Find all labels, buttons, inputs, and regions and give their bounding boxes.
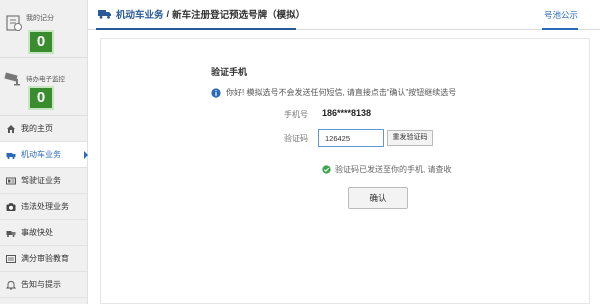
truck-icon <box>98 10 111 19</box>
sidebar-item-accident[interactable]: 事故快处 <box>0 220 87 246</box>
sidebar-item-label: 满分审验教育 <box>21 254 69 263</box>
success-message: 验证码已发送至你的手机, 请查收 <box>322 164 451 175</box>
breadcrumb-separator: / <box>166 8 170 20</box>
notice-underline <box>542 28 578 30</box>
breadcrumb-underline <box>96 28 296 30</box>
breadcrumb-section[interactable]: 机动车业务 <box>116 7 164 21</box>
score-label: 我的记分 <box>26 15 54 22</box>
info-icon <box>211 87 221 98</box>
monitor-label: 待办电子监控 <box>26 76 65 83</box>
verify-panel: 验证手机 你好! 模拟选号不会发送任何短信, 请直接点击“确认”按钮继续选号 手… <box>100 38 590 304</box>
verification-code-input[interactable] <box>318 129 384 147</box>
sidebar-item-label: 违法处理业务 <box>21 202 69 211</box>
score-value[interactable]: 0 <box>28 30 54 54</box>
code-label: 验证码 <box>284 134 308 143</box>
check-circle-icon <box>322 165 331 174</box>
sidebar-item-license[interactable]: 驾驶证业务 <box>0 168 87 194</box>
document-icon <box>6 254 16 264</box>
sidebar: 我的记分 0 待办电子监控 0 我的主页 机动车业务 驾驶证业务 违法处理业务 … <box>0 0 88 304</box>
sidebar-item-home[interactable]: 我的主页 <box>0 116 87 142</box>
monitor-value[interactable]: 0 <box>28 86 54 110</box>
score-panel[interactable]: 我的记分 0 <box>0 0 87 58</box>
license-icon <box>6 176 16 186</box>
car-icon <box>6 150 16 160</box>
sidebar-item-label: 告知与提示 <box>21 280 61 289</box>
page-title: 新车注册登记预选号牌（模拟） <box>172 10 306 21</box>
breadcrumb: 机动车业务 / 新车注册登记预选号牌（模拟） <box>98 7 305 21</box>
camera-icon <box>4 72 20 86</box>
notice-link[interactable]: 号池公示 <box>544 9 578 21</box>
active-arrow-icon <box>84 151 88 159</box>
sidebar-item-label: 事故快处 <box>21 228 53 237</box>
bell-icon <box>6 280 16 290</box>
monitor-panel[interactable]: 待办电子监控 0 <box>0 58 87 116</box>
resend-code-button[interactable]: 重发验证码 <box>387 130 433 146</box>
phone-label: 手机号 <box>284 110 308 119</box>
sidebar-item-violation[interactable]: 违法处理业务 <box>0 194 87 220</box>
sidebar-item-notice[interactable]: 告知与提示 <box>0 272 87 298</box>
sidebar-item-vehicle[interactable]: 机动车业务 <box>0 142 88 168</box>
sidebar-item-label: 驾驶证业务 <box>21 176 61 185</box>
sidebar-item-label: 机动车业务 <box>21 150 61 159</box>
camera-icon <box>6 202 16 212</box>
sidebar-item-label: 我的主页 <box>21 124 53 133</box>
scorecard-icon <box>6 15 22 31</box>
success-text: 验证码已发送至你的手机, 请查收 <box>335 165 452 174</box>
info-message: 你好! 模拟选号不会发送任何短信, 请直接点击“确认”按钮继续选号 <box>211 87 456 98</box>
panel-title: 验证手机 <box>211 67 248 77</box>
home-icon <box>6 124 16 134</box>
phone-value: 186****8138 <box>322 108 372 118</box>
sidebar-item-education[interactable]: 满分审验教育 <box>0 246 87 272</box>
accident-icon <box>6 228 16 238</box>
confirm-button[interactable]: 确认 <box>348 187 408 209</box>
top-header: 机动车业务 / 新车注册登记预选号牌（模拟） 号池公示 <box>88 0 600 30</box>
info-text: 你好! 模拟选号不会发送任何短信, 请直接点击“确认”按钮继续选号 <box>226 88 457 97</box>
